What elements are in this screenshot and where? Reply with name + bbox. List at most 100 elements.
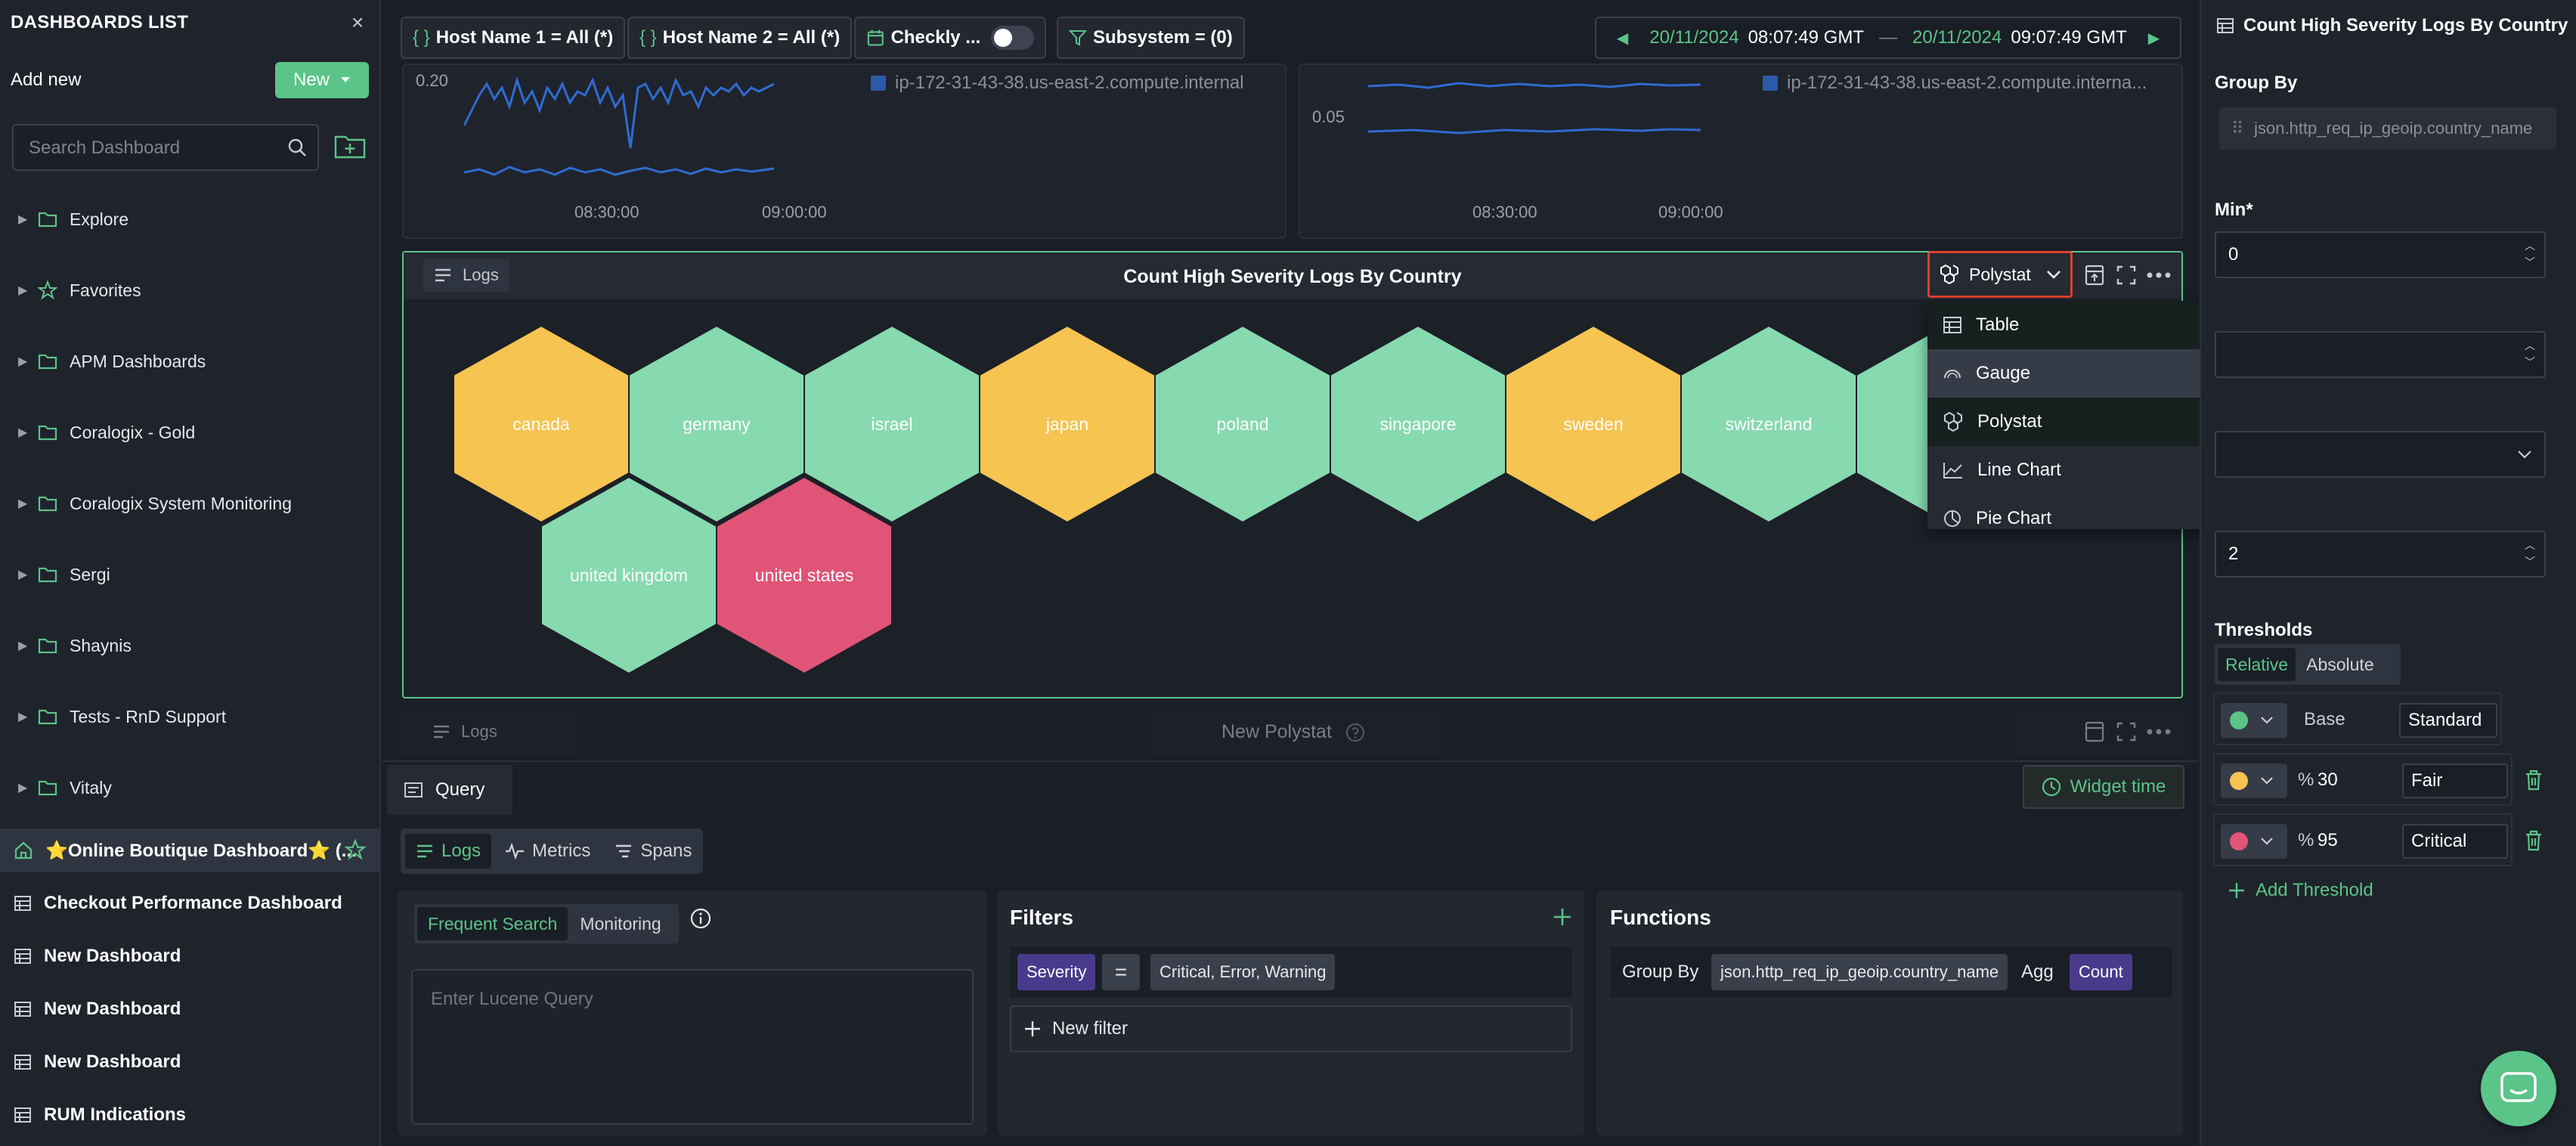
- folder-item[interactable]: ▶ Coralogix System Monitoring: [0, 482, 379, 525]
- caret-right-icon[interactable]: ▶: [18, 283, 30, 298]
- stepper-icon[interactable]: ︿ ﹀: [2525, 339, 2535, 369]
- checkly-filter[interactable]: Checkly ...: [854, 17, 1046, 59]
- threshold-prefix: %: [2298, 830, 2314, 850]
- caret-right-icon[interactable]: ▶: [18, 425, 30, 440]
- new-polystat-widget[interactable]: Logs New Polystat: [402, 708, 2183, 757]
- lucene-query-input[interactable]: [413, 971, 972, 1123]
- folder-label: APM Dashboards: [70, 351, 206, 371]
- caret-right-icon[interactable]: ▶: [18, 780, 30, 795]
- search-dashboard-input[interactable]: [29, 133, 278, 163]
- stepper-icon[interactable]: ︿ ﹀: [2525, 538, 2535, 568]
- trash-icon[interactable]: [2525, 830, 2543, 851]
- caret-right-icon[interactable]: ▶: [18, 709, 30, 724]
- new-button[interactable]: New: [275, 62, 369, 98]
- previous-range-icon[interactable]: ◀: [1617, 29, 1628, 48]
- visualization-type-select[interactable]: Polystat: [1927, 251, 2073, 298]
- polystat-hexagon[interactable]: singapore: [1330, 324, 1506, 524]
- legend-item[interactable]: ip-172-31-43-38.us-east-2.compute.intern…: [1763, 73, 2147, 94]
- caret-right-icon[interactable]: ▶: [18, 496, 30, 511]
- threshold-value-input[interactable]: 95: [2317, 830, 2338, 851]
- folder-item[interactable]: ▶ APM Dashboards: [0, 340, 379, 383]
- search-mode-monitoring[interactable]: Monitoring: [569, 907, 671, 940]
- dashboard-item[interactable]: RUM Indications: [0, 1093, 379, 1137]
- threshold-color-picker[interactable]: [2221, 824, 2287, 859]
- subsystem-filter[interactable]: Subsystem = (0): [1057, 17, 1245, 59]
- source-metrics[interactable]: Metrics: [494, 834, 601, 869]
- fullscreen-icon[interactable]: [2116, 265, 2136, 286]
- max-input[interactable]: ︿ ﹀: [2215, 331, 2546, 378]
- dashboard-item[interactable]: Checkout Performance Dashboard: [0, 881, 379, 925]
- agg-value[interactable]: Count: [2070, 954, 2132, 990]
- source-spans[interactable]: Spans: [604, 834, 702, 869]
- clock-icon: [2042, 777, 2060, 797]
- folder-item[interactable]: ▶ Coralogix - Gold: [0, 411, 379, 454]
- decimals-input[interactable]: 2 ︿ ﹀: [2215, 531, 2546, 578]
- threshold-color-picker[interactable]: [2221, 763, 2287, 798]
- legend-item[interactable]: ip-172-31-43-38.us-east-2.compute.intern…: [871, 73, 1244, 94]
- time-from-time: 08:07:49 GMT: [1748, 27, 1864, 48]
- host-name-2-filter[interactable]: { } Host Name 2 = All (*): [627, 17, 853, 59]
- new-filter-button[interactable]: New filter: [1010, 1005, 1572, 1052]
- threshold-mode-absolute[interactable]: Absolute: [2299, 648, 2382, 681]
- source-logs[interactable]: Logs: [405, 834, 492, 869]
- trash-icon[interactable]: [2525, 770, 2543, 791]
- more-options-icon[interactable]: [2147, 272, 2171, 278]
- fullscreen-icon[interactable]: [2116, 721, 2136, 742]
- folder-item[interactable]: ▶ Explore: [0, 198, 379, 240]
- info-icon[interactable]: [689, 907, 712, 930]
- dashboard-item[interactable]: New Dashboard: [0, 1040, 379, 1084]
- close-icon[interactable]: ×: [346, 8, 369, 38]
- search-icon[interactable]: [287, 138, 307, 157]
- dashboard-item[interactable]: New Dashboard: [0, 987, 379, 1031]
- host-name-1-filter[interactable]: { } Host Name 1 = All (*): [401, 17, 626, 59]
- tab-query[interactable]: Query: [387, 765, 512, 815]
- add-threshold-button[interactable]: Add Threshold: [2228, 880, 2373, 901]
- folder-item[interactable]: ▶ Favorites: [0, 269, 379, 311]
- caret-right-icon[interactable]: ▶: [18, 638, 30, 653]
- search-mode-frequent[interactable]: Frequent Search: [417, 907, 568, 940]
- chat-support-button[interactable]: [2481, 1051, 2556, 1126]
- unit-select[interactable]: [2215, 431, 2546, 478]
- polystat-widget[interactable]: Logs Count High Severity Logs By Country…: [402, 251, 2183, 698]
- folder-item[interactable]: ▶ Vitaly: [0, 767, 379, 809]
- time-range-picker[interactable]: ◀ 20/11/2024 08:07:49 GMT — 20/11/2024 0…: [1595, 17, 2181, 59]
- caret-right-icon[interactable]: ▶: [18, 567, 30, 582]
- checkly-toggle[interactable]: [991, 26, 1034, 50]
- widget-time-button[interactable]: Widget time: [2023, 765, 2184, 809]
- polystat-hexagon[interactable]: poland: [1154, 324, 1331, 524]
- threshold-name-input[interactable]: Fair: [2402, 763, 2508, 798]
- group-by-chip[interactable]: ⠿ json.http_req_ip_geoip.country_name: [2219, 107, 2556, 150]
- threshold-value-input[interactable]: 30: [2317, 770, 2338, 791]
- filter-value[interactable]: Critical, Error, Warning: [1150, 954, 1336, 990]
- drag-handle-icon[interactable]: ⠿: [2231, 119, 2243, 138]
- add-folder-icon[interactable]: [334, 133, 366, 159]
- dashboard-item[interactable]: New Dashboard: [0, 934, 379, 978]
- threshold-row-base: Base Standard: [2213, 692, 2502, 745]
- polystat-hexagon[interactable]: sweden: [1505, 324, 1682, 524]
- min-input[interactable]: 0 ︿ ﹀: [2215, 231, 2546, 278]
- download-icon[interactable]: [2085, 721, 2104, 742]
- dashboard-label: RUM Indications: [44, 1104, 187, 1125]
- polystat-hexagon[interactable]: switzerland: [1680, 324, 1857, 524]
- dashboard-item[interactable]: ⭐Online Boutique Dashboard⭐ (...: [0, 829, 379, 872]
- next-range-icon[interactable]: ▶: [2148, 29, 2160, 48]
- folder-item[interactable]: ▶ Tests - RnD Support: [0, 695, 379, 738]
- favorite-star-icon[interactable]: [343, 838, 367, 866]
- threshold-mode-relative[interactable]: Relative: [2218, 648, 2296, 681]
- filter-operator[interactable]: =: [1102, 954, 1140, 990]
- threshold-color-picker[interactable]: [2221, 703, 2287, 738]
- caret-right-icon[interactable]: ▶: [18, 354, 30, 369]
- filter-field[interactable]: Severity: [1017, 954, 1096, 990]
- download-icon[interactable]: [2085, 265, 2104, 286]
- threshold-name-input[interactable]: Critical: [2402, 824, 2508, 859]
- folder-item[interactable]: ▶ Shaynis: [0, 624, 379, 667]
- y-tick: 0.05: [1312, 107, 1345, 126]
- threshold-name-input[interactable]: Standard: [2399, 703, 2497, 738]
- stepper-icon[interactable]: ︿ ﹀: [2525, 239, 2535, 269]
- more-options-icon[interactable]: [2147, 729, 2171, 735]
- polystat-hexagon[interactable]: japan: [979, 324, 1156, 524]
- caret-right-icon[interactable]: ▶: [18, 212, 30, 227]
- add-filter-icon[interactable]: [1553, 907, 1572, 927]
- group-by-value[interactable]: json.http_req_ip_geoip.country_name: [1711, 954, 2008, 990]
- folder-item[interactable]: ▶ Sergi: [0, 553, 379, 596]
